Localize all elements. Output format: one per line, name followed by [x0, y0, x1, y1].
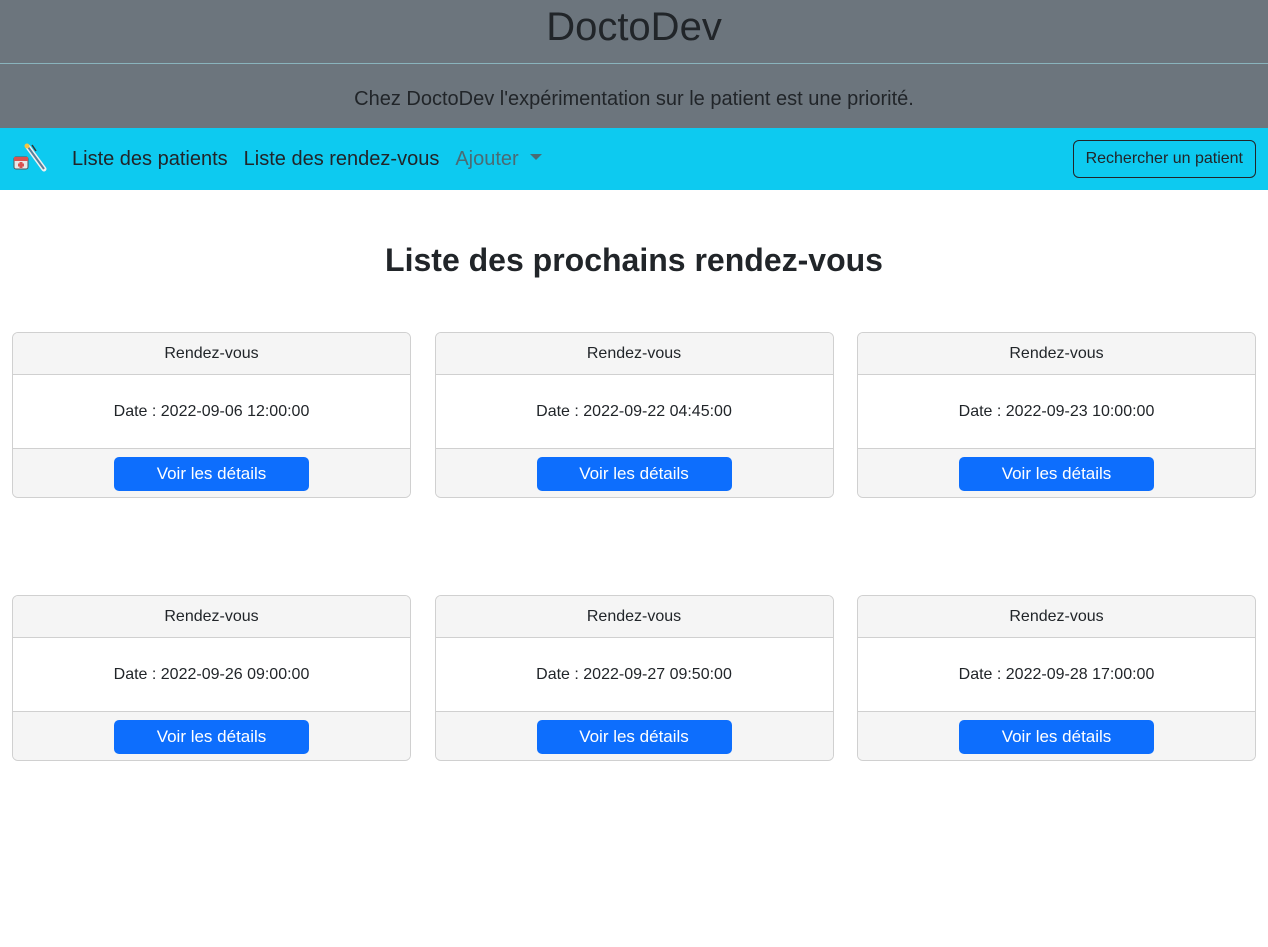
- view-details-button[interactable]: Voir les détails: [114, 456, 309, 491]
- appointment-card-header: Rendez-vous: [435, 333, 833, 375]
- appointment-card-header: Rendez-vous: [13, 596, 410, 638]
- appointment-card-header: Rendez-vous: [435, 596, 833, 638]
- site-header: DoctoDev Chez DoctoDev l'expérimentation…: [0, 0, 1268, 128]
- site-title: DoctoDev: [0, 0, 1268, 64]
- appointment-card: Rendez-vous Date : 2022-09-23 10:00:00 V…: [857, 332, 1256, 498]
- appointment-card-header: Rendez-vous: [13, 333, 410, 375]
- nav-dropdown-add[interactable]: Ajouter: [455, 128, 542, 190]
- appointment-card: Rendez-vous Date : 2022-09-06 12:00:00 V…: [12, 332, 411, 498]
- appointment-card-footer: Voir les détails: [435, 711, 833, 760]
- view-details-button[interactable]: Voir les détails: [114, 719, 309, 754]
- appointments-row: Rendez-vous Date : 2022-09-06 12:00:00 V…: [12, 332, 1256, 498]
- nav-dropdown-add-label: Ajouter: [455, 148, 519, 170]
- appointment-card-footer: Voir les détails: [13, 711, 410, 760]
- appointment-card: Rendez-vous Date : 2022-09-27 09:50:00 V…: [434, 595, 834, 761]
- page-title: Liste des prochains rendez-vous: [385, 242, 883, 278]
- appointment-date: Date : 2022-09-22 04:45:00: [536, 403, 732, 420]
- appointments-row: Rendez-vous Date : 2022-09-26 09:00:00 V…: [12, 595, 1256, 761]
- appointment-card: Rendez-vous Date : 2022-09-22 04:45:00 V…: [434, 332, 834, 498]
- appointments-grid: Rendez-vous Date : 2022-09-06 12:00:00 V…: [12, 332, 1256, 858]
- site-tagline: Chez DoctoDev l'expérimentation sur le p…: [354, 88, 914, 110]
- view-details-button[interactable]: Voir les détails: [959, 719, 1154, 754]
- view-details-button[interactable]: Voir les détails: [959, 456, 1154, 491]
- view-details-button[interactable]: Voir les détails: [536, 456, 732, 491]
- appointment-card-footer: Voir les détails: [435, 448, 833, 497]
- search-patient-button[interactable]: Rechercher un patient: [1072, 140, 1256, 178]
- nav-link-patients[interactable]: Liste des patients: [72, 128, 228, 190]
- appointment-date: Date : 2022-09-23 10:00:00: [958, 403, 1155, 420]
- appointment-card-footer: Voir les détails: [13, 448, 410, 497]
- appointment-card-footer: Voir les détails: [858, 448, 1255, 497]
- appointment-date: Date : 2022-09-06 12:00:00: [113, 403, 310, 420]
- appointment-card-footer: Voir les détails: [858, 711, 1255, 760]
- appointment-date: Date : 2022-09-26 09:00:00: [113, 666, 310, 683]
- main-navbar: Liste des patients Liste des rendez-vous…: [0, 128, 1268, 190]
- chevron-down-icon: [529, 154, 542, 160]
- medical-supplies-icon[interactable]: [12, 141, 48, 177]
- view-details-button[interactable]: Voir les détails: [536, 719, 732, 754]
- appointment-date: Date : 2022-09-27 09:50:00: [536, 666, 732, 683]
- appointment-card: Rendez-vous Date : 2022-09-26 09:00:00 V…: [12, 595, 411, 761]
- nav-link-appointments[interactable]: Liste des rendez-vous: [244, 128, 440, 190]
- appointment-card-header: Rendez-vous: [858, 333, 1255, 375]
- appointment-card-header: Rendez-vous: [858, 596, 1255, 638]
- appointment-date: Date : 2022-09-28 17:00:00: [958, 666, 1155, 683]
- appointment-card: Rendez-vous Date : 2022-09-28 17:00:00 V…: [857, 595, 1256, 761]
